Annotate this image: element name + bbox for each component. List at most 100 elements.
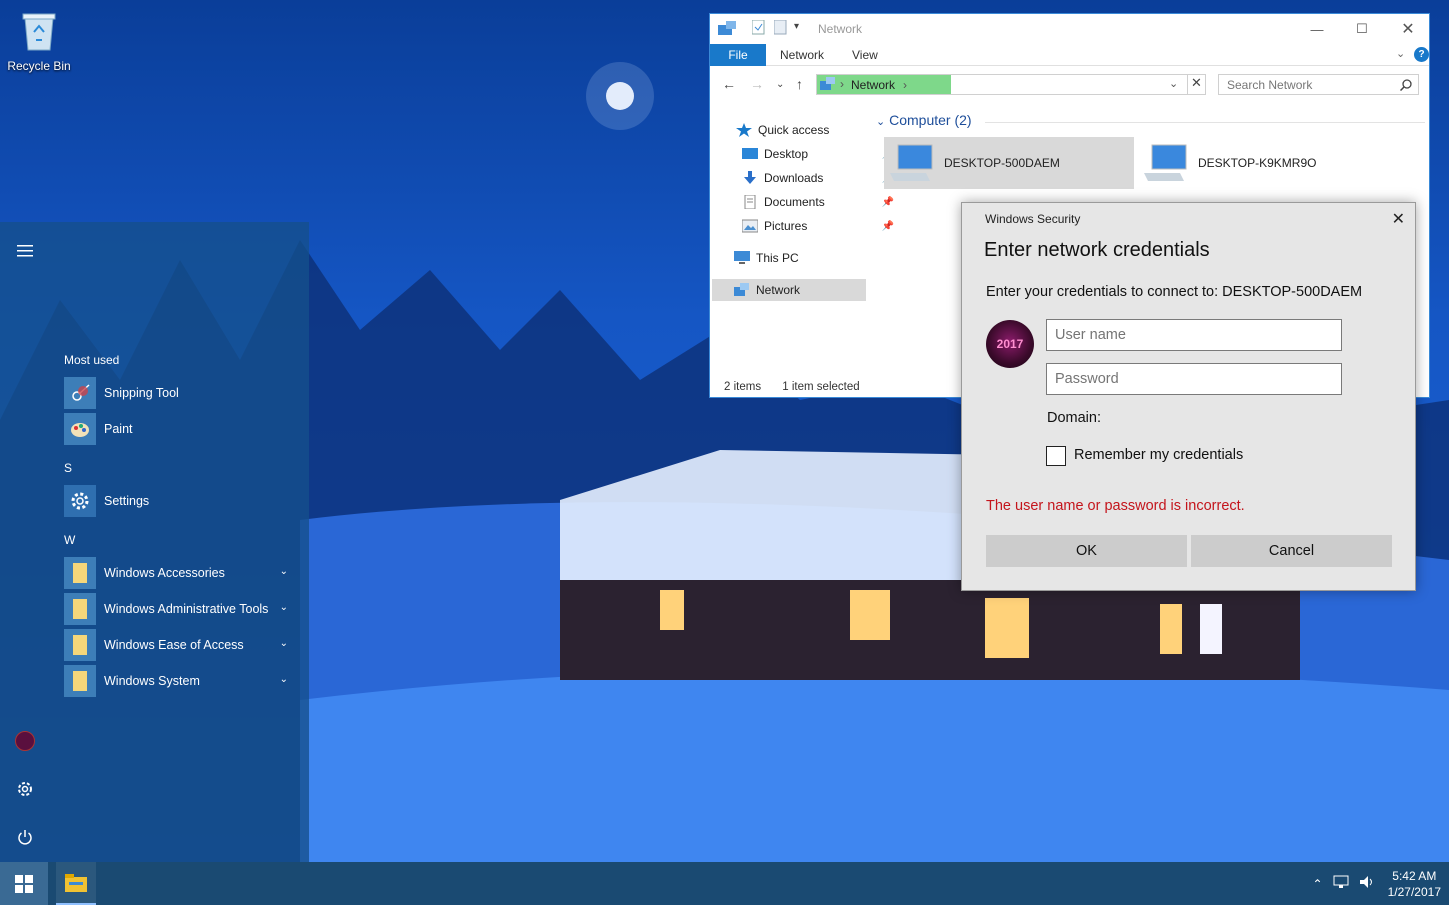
address-segment-network[interactable]: › Network › bbox=[817, 75, 951, 94]
search-icon bbox=[1400, 79, 1412, 91]
help-icon[interactable]: ? bbox=[1414, 47, 1429, 62]
ok-button[interactable]: OK bbox=[986, 535, 1187, 567]
recycle-bin-shortcut[interactable]: Recycle Bin bbox=[6, 10, 72, 73]
tab-view[interactable]: View bbox=[838, 44, 892, 66]
dialog-close-button[interactable]: ✕ bbox=[1392, 209, 1405, 229]
forward-arrow-icon[interactable]: → bbox=[750, 76, 764, 92]
remember-credentials-checkbox[interactable] bbox=[1046, 446, 1066, 466]
computer-item-selected[interactable]: DESKTOP-500DAEM bbox=[884, 137, 1134, 189]
address-bar[interactable]: › Network › ⌄ ✕ bbox=[816, 74, 1206, 95]
taskbar-file-explorer[interactable] bbox=[56, 862, 96, 905]
computer-icon bbox=[734, 251, 750, 264]
maximize-button[interactable]: ☐ bbox=[1342, 18, 1382, 40]
snipping-tool-icon bbox=[64, 377, 96, 409]
close-button[interactable]: ✕ bbox=[1388, 18, 1428, 40]
address-dropdown-chevron-icon[interactable]: ⌄ bbox=[1169, 77, 1178, 90]
nav-downloads[interactable]: Downloads 📌 bbox=[742, 167, 898, 189]
clock[interactable]: 5:42 AM 1/27/2017 bbox=[1388, 868, 1441, 900]
user-avatar: 2017 bbox=[986, 320, 1034, 368]
chevron-down-icon[interactable]: ⌄ bbox=[280, 602, 288, 613]
group-divider bbox=[985, 122, 1425, 123]
folder-icon bbox=[64, 557, 96, 589]
computer-name: DESKTOP-500DAEM bbox=[944, 156, 1060, 170]
pin-icon[interactable]: 📌 bbox=[882, 221, 894, 232]
tab-file[interactable]: File bbox=[710, 44, 766, 66]
explorer-titlebar[interactable]: ▾ Network — ☐ ✕ bbox=[710, 14, 1429, 44]
download-arrow-icon bbox=[744, 171, 756, 184]
new-folder-icon[interactable] bbox=[773, 19, 788, 39]
computer-name: DESKTOP-K9KMR9O bbox=[1198, 156, 1317, 170]
start-menu: Most used Snipping Tool Paint S Settings… bbox=[0, 222, 309, 862]
chevron-down-icon[interactable]: ⌄ bbox=[280, 638, 288, 649]
back-arrow-icon[interactable]: ← bbox=[722, 76, 736, 92]
clock-date: 1/27/2017 bbox=[1387, 884, 1441, 899]
start-rail bbox=[0, 222, 48, 862]
app-paint[interactable]: Paint bbox=[64, 412, 294, 446]
app-folder-windows-system[interactable]: Windows System ⌄ bbox=[64, 664, 294, 698]
app-snipping-tool[interactable]: Snipping Tool bbox=[64, 376, 294, 410]
documents-icon bbox=[744, 195, 756, 209]
minimize-button[interactable]: — bbox=[1297, 18, 1337, 40]
app-label: Windows Accessories bbox=[104, 566, 225, 580]
nav-label: Desktop bbox=[764, 147, 809, 161]
most-used-header: Most used bbox=[64, 353, 120, 367]
app-label: Windows System bbox=[104, 674, 200, 688]
avatar-text: 2017 bbox=[996, 337, 1024, 351]
pin-icon[interactable]: 📌 bbox=[882, 197, 894, 208]
cancel-button[interactable]: Cancel bbox=[1191, 535, 1392, 567]
expand-ribbon-chevron-icon[interactable]: ⌄ bbox=[1396, 47, 1405, 60]
recent-locations-chevron-icon[interactable]: ⌄ bbox=[776, 79, 784, 90]
desktop-icon bbox=[742, 148, 758, 159]
remember-credentials-label[interactable]: Remember my credentials bbox=[1074, 447, 1243, 463]
app-folder-windows-ease-of-access[interactable]: Windows Ease of Access ⌄ bbox=[64, 628, 294, 662]
start-button[interactable] bbox=[0, 862, 48, 905]
dialog-window-title: Windows Security bbox=[985, 212, 1081, 226]
nav-label: Quick access bbox=[758, 123, 830, 137]
volume-icon[interactable] bbox=[1359, 875, 1375, 892]
nav-desktop[interactable]: Desktop 📌 bbox=[742, 143, 898, 165]
hamburger-menu-icon[interactable] bbox=[12, 238, 38, 264]
customize-quick-access-dropdown-icon[interactable]: ▾ bbox=[794, 21, 799, 32]
username-field[interactable] bbox=[1046, 319, 1342, 351]
app-folder-windows-administrative-tools[interactable]: Windows Administrative Tools ⌄ bbox=[64, 592, 294, 626]
password-field[interactable] bbox=[1046, 363, 1342, 395]
status-item-count: 2 items bbox=[724, 381, 762, 393]
folder-icon bbox=[64, 629, 96, 661]
user-avatar-icon[interactable] bbox=[12, 728, 38, 754]
network-icon[interactable] bbox=[1333, 875, 1349, 892]
close-icon[interactable]: ✕ bbox=[1187, 75, 1205, 94]
app-settings[interactable]: Settings bbox=[64, 484, 294, 518]
nav-documents[interactable]: Documents 📌 bbox=[742, 191, 898, 213]
group-header[interactable]: ⌄ Computer (2) bbox=[876, 112, 972, 128]
group-letter-s[interactable]: S bbox=[64, 461, 72, 475]
search-placeholder: Search Network bbox=[1227, 78, 1313, 92]
group-letter-w[interactable]: W bbox=[64, 533, 75, 547]
window-title: Network bbox=[818, 22, 863, 36]
credentials-dialog: Windows Security ✕ Enter network credent… bbox=[961, 202, 1416, 591]
chevron-down-icon[interactable]: ⌄ bbox=[280, 674, 288, 685]
app-label: Paint bbox=[104, 422, 133, 436]
tab-network[interactable]: Network bbox=[766, 44, 838, 66]
taskbar: ⌃ 5:42 AM 1/27/2017 bbox=[0, 862, 1449, 905]
properties-icon[interactable] bbox=[751, 19, 766, 39]
recycle-bin-icon bbox=[22, 13, 56, 51]
chevron-up-icon[interactable]: ⌃ bbox=[1313, 877, 1323, 891]
nav-network[interactable]: Network bbox=[712, 279, 866, 301]
power-icon[interactable] bbox=[12, 824, 38, 850]
nav-quick-access[interactable]: Quick access bbox=[736, 119, 892, 141]
ribbon-tabs: File Network View ⌄ ? bbox=[710, 44, 1429, 66]
domain-label: Domain: bbox=[1047, 410, 1101, 426]
search-input[interactable]: Search Network bbox=[1218, 74, 1419, 95]
address-row: ← → ⌄ ↑ › Network › ⌄ ✕ Search Network bbox=[710, 70, 1429, 98]
chevron-down-icon[interactable]: ⌄ bbox=[280, 566, 288, 577]
computer-item[interactable]: DESKTOP-K9KMR9O bbox=[1138, 137, 1388, 189]
status-selected-count: 1 item selected bbox=[782, 381, 860, 393]
up-arrow-icon[interactable]: ↑ bbox=[796, 76, 803, 92]
app-folder-windows-accessories[interactable]: Windows Accessories ⌄ bbox=[64, 556, 294, 590]
clock-time: 5:42 AM bbox=[1392, 868, 1437, 883]
nav-pictures[interactable]: Pictures 📌 bbox=[742, 215, 898, 237]
navigation-pane: Quick access Desktop 📌 Downloads 📌 Docum… bbox=[710, 114, 894, 314]
nav-this-pc[interactable]: This PC bbox=[734, 247, 890, 269]
breadcrumb-separator-icon: › bbox=[840, 77, 844, 91]
settings-gear-icon[interactable] bbox=[12, 776, 38, 802]
